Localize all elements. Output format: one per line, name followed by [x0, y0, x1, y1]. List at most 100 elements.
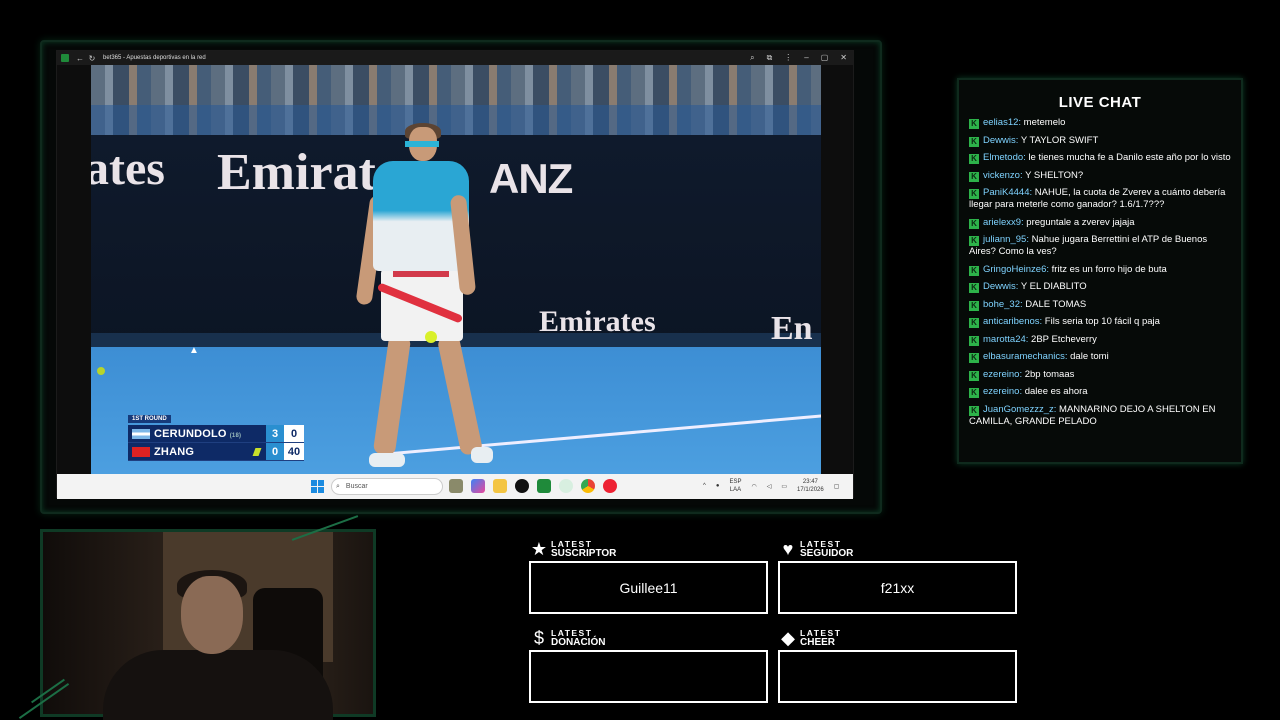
back-icon[interactable]: ←	[75, 54, 85, 63]
latest-follower-widget: ♥ LATEST SEGUIDOR f21xx	[778, 538, 1018, 614]
player-name: ZHANG	[154, 445, 195, 458]
chat-message: Kjuliann_95: Nahue jugara Berrettini el …	[969, 234, 1231, 258]
app-icon[interactable]	[559, 479, 573, 493]
chat-message: K Elmetodo: le tienes mucha fe a Danilo e…	[969, 152, 1231, 164]
system-tray: ^ ● ESP LAA ◠ ◁ ▭ 23:47 17/1/2026 ▢	[703, 478, 840, 494]
wifi-icon[interactable]: ◠	[751, 483, 756, 490]
kick-badge-icon: K	[969, 300, 979, 311]
volume-icon[interactable]: ◁	[767, 483, 772, 490]
chat-text: Y TAYLOR SWIFT	[1018, 134, 1099, 146]
extension-icon[interactable]: ⧉	[767, 53, 773, 63]
chat-username[interactable]: ezereino:	[983, 369, 1022, 380]
chat-username[interactable]: anticaribenos:	[983, 316, 1042, 327]
kick-badge-icon: K	[969, 236, 979, 246]
obs-icon[interactable]	[603, 479, 617, 493]
chat-message: Kvickenzo: Y SHELTON?	[969, 170, 1231, 182]
chevron-up-icon[interactable]: ^	[703, 483, 706, 489]
chat-text: dale tomi	[1067, 351, 1109, 362]
chat-text: metemelo	[1021, 117, 1066, 128]
sets-score: 3	[266, 425, 284, 442]
file-explorer-icon[interactable]	[493, 479, 507, 493]
search-icon: ⌕	[336, 482, 340, 490]
maximize-icon[interactable]: ▢	[821, 53, 829, 63]
browser-window: ← ↻ bet365 - Apuestas deportivas en la r…	[56, 50, 854, 499]
tennis-video[interactable]: ates Emirates ANZ Emirates En ▲ 1ST ROUN…	[91, 65, 821, 474]
chat-username[interactable]: bohe_32:	[983, 299, 1023, 310]
ad-text: En	[771, 310, 813, 347]
ad-text: Emirates	[539, 305, 656, 338]
latest-donation-widget: $ LATEST DONACIÓN	[529, 627, 769, 703]
notification-icon[interactable]: ▢	[834, 483, 840, 490]
browser-title: bet365 - Apuestas deportivas en la red	[103, 55, 206, 61]
kick-badge-icon: K	[969, 136, 979, 147]
copilot-icon[interactable]	[471, 479, 485, 493]
chat-username[interactable]: Elmetodo:	[983, 152, 1026, 163]
chat-username[interactable]: JuanGomezzz_z:	[983, 404, 1056, 415]
kick-badge-icon: K	[969, 171, 979, 182]
ad-text: ates	[91, 142, 165, 195]
chat-message: Kmarotta24: 2BP Etcheverry	[969, 334, 1231, 346]
chat-username[interactable]: GringoHeinze6:	[983, 264, 1049, 275]
latest-subscriber-widget: ★ LATEST SUSCRIPTOR Guillee11	[529, 538, 769, 614]
kick-badge-icon: K	[969, 388, 979, 398]
latest-cheer-widget: ◆ LATEST CHEER	[778, 627, 1018, 703]
kick-badge-icon: K	[969, 353, 979, 363]
windows-start-icon[interactable]	[311, 480, 324, 493]
dollar-icon: $	[533, 628, 544, 648]
scoreboard: 1ST ROUND CERUNDOLO (18) 3 0 ZHANG 0 40	[128, 407, 304, 461]
chat-message: Kelbasuramechanics: dale tomi	[969, 351, 1231, 363]
latest-donation-value	[529, 650, 768, 703]
chat-message: Karielexx9: preguntale a zverev jajaja	[969, 217, 1231, 229]
reload-icon[interactable]: ↻	[87, 54, 97, 63]
bet365-app-icon[interactable]	[537, 479, 551, 493]
battery-icon[interactable]: ▭	[781, 483, 787, 490]
chat-username[interactable]: Dewwis:	[983, 281, 1018, 292]
minimize-icon[interactable]: –	[804, 53, 808, 63]
mic-icon[interactable]: ●	[716, 483, 720, 489]
webcam-frame	[40, 529, 376, 720]
latest-cheer-value	[778, 650, 1017, 703]
browser-titlebar: ← ↻ bet365 - Apuestas deportivas en la r…	[57, 51, 853, 65]
kick-badge-icon: K	[969, 189, 979, 199]
chat-message: K PaniK4444: NAHUE, la cuota de Zverev a …	[969, 187, 1231, 211]
chat-text: 2bp tomaas	[1022, 368, 1075, 380]
round-label: 1ST ROUND	[128, 415, 171, 423]
chat-username[interactable]: ezereino:	[983, 386, 1022, 397]
chat-username[interactable]: PaniK4444:	[983, 187, 1032, 198]
score-row: ZHANG 0 40	[128, 443, 304, 461]
points-score: 0	[284, 425, 304, 442]
kick-badge-icon: K	[969, 119, 979, 129]
chat-username[interactable]: juliann_95:	[983, 234, 1029, 245]
latest-follower-value: f21xx	[778, 561, 1017, 614]
chat-text: fritz es un forro hijo de buta	[1049, 263, 1167, 275]
taskbar-search-input[interactable]: ⌕ Buscar	[331, 478, 443, 495]
chat-text: DALE TOMAS	[1022, 298, 1087, 310]
mouse-cursor-icon: ▲	[189, 345, 199, 356]
player-seed: (18)	[229, 432, 242, 439]
close-icon[interactable]: ✕	[840, 53, 847, 63]
chat-username[interactable]: vickenzo:	[983, 170, 1023, 181]
chat-username[interactable]: eelias12:	[983, 117, 1021, 128]
chat-text: Fils seria top 10 fácil q paja	[1042, 316, 1160, 327]
chrome-icon[interactable]	[581, 479, 595, 493]
chat-text: preguntale a zverev jajaja	[1023, 216, 1135, 228]
clock[interactable]: 23:47 17/1/2026	[797, 478, 824, 494]
chat-message: Kezereino: dalee es ahora	[969, 386, 1231, 398]
weather-app-icon[interactable]	[449, 479, 463, 493]
tiktok-icon[interactable]	[515, 479, 529, 493]
chat-username[interactable]: elbasuramechanics:	[983, 351, 1068, 362]
chat-text: dalee es ahora	[1022, 386, 1088, 397]
sets-score: 0	[266, 443, 284, 460]
diamond-icon: ◆	[781, 628, 795, 648]
chat-message: K GringoHeinze6: fritz es un forro hijo d…	[969, 264, 1231, 276]
chat-username[interactable]: arielexx9:	[983, 217, 1024, 228]
menu-icon[interactable]: ⋮	[784, 53, 792, 63]
chat-username[interactable]: Dewwis:	[983, 135, 1018, 146]
chat-message: K Dewwis: Y EL DIABLITO	[969, 281, 1231, 293]
chat-text: le tienes mucha fe a Danilo este año por…	[1025, 152, 1231, 163]
zoom-icon[interactable]: ⌕	[750, 53, 754, 63]
kick-badge-icon: K	[969, 318, 979, 328]
serve-indicator-icon	[252, 447, 262, 456]
tennis-ball	[97, 367, 105, 375]
chat-username[interactable]: marotta24:	[983, 334, 1028, 345]
